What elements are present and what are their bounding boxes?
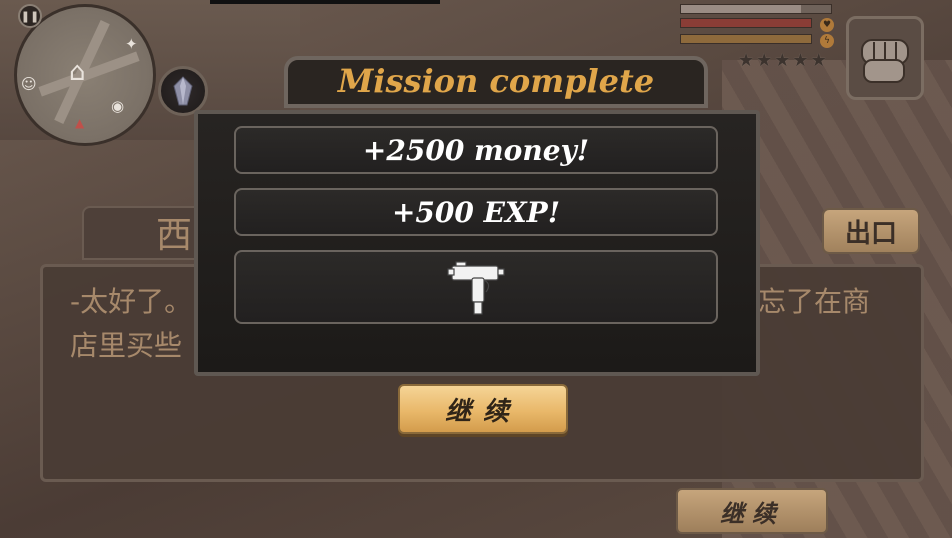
exp-reward: +500 EXP! (234, 188, 718, 236)
money-reward: +2500 money! (234, 126, 718, 174)
crystal-icon (173, 76, 193, 106)
energy-icon: ϟ (820, 34, 834, 48)
person-icon: ☺ (21, 75, 37, 93)
continue-button[interactable]: 继续 (398, 384, 568, 434)
fist-weapon-button[interactable] (846, 16, 924, 100)
heart-icon: ♥ (820, 18, 834, 32)
pause-button[interactable]: ❚❚ (18, 4, 42, 28)
exit-button[interactable]: 出口 (822, 208, 920, 254)
target-icon: ✦ (125, 35, 138, 53)
fist-icon (861, 39, 909, 83)
wanted-stars: ★ ★ ★ ★ ★ (738, 52, 827, 70)
weapon-reward (234, 250, 718, 324)
star-icon: ★ (756, 50, 773, 71)
star-icon: ★ (810, 50, 827, 71)
dialogue-text: 忘了在商 (758, 285, 871, 318)
armor-bar (680, 18, 812, 28)
stamina-bar (680, 34, 812, 44)
pause-icon: ❚❚ (20, 9, 40, 23)
star-icon: ★ (774, 50, 791, 71)
top-shadow (210, 0, 440, 4)
dialogue-text: 店里买些 (70, 329, 183, 362)
player-icon: ◉ (111, 97, 125, 115)
flag-icon: ▲ (75, 116, 85, 130)
dialogue-text: -太好了。 (70, 285, 193, 318)
star-icon: ★ (792, 50, 809, 71)
dialogue-continue-button[interactable]: 继续 (676, 488, 828, 534)
star-icon: ★ (738, 50, 755, 71)
speaker-name: 西 (156, 215, 193, 256)
home-icon: ⌂ (69, 57, 86, 87)
crystal-button[interactable] (158, 66, 208, 116)
health-bar (680, 4, 832, 14)
mission-title: Mission complete (337, 62, 655, 100)
uzi-icon (447, 261, 505, 315)
